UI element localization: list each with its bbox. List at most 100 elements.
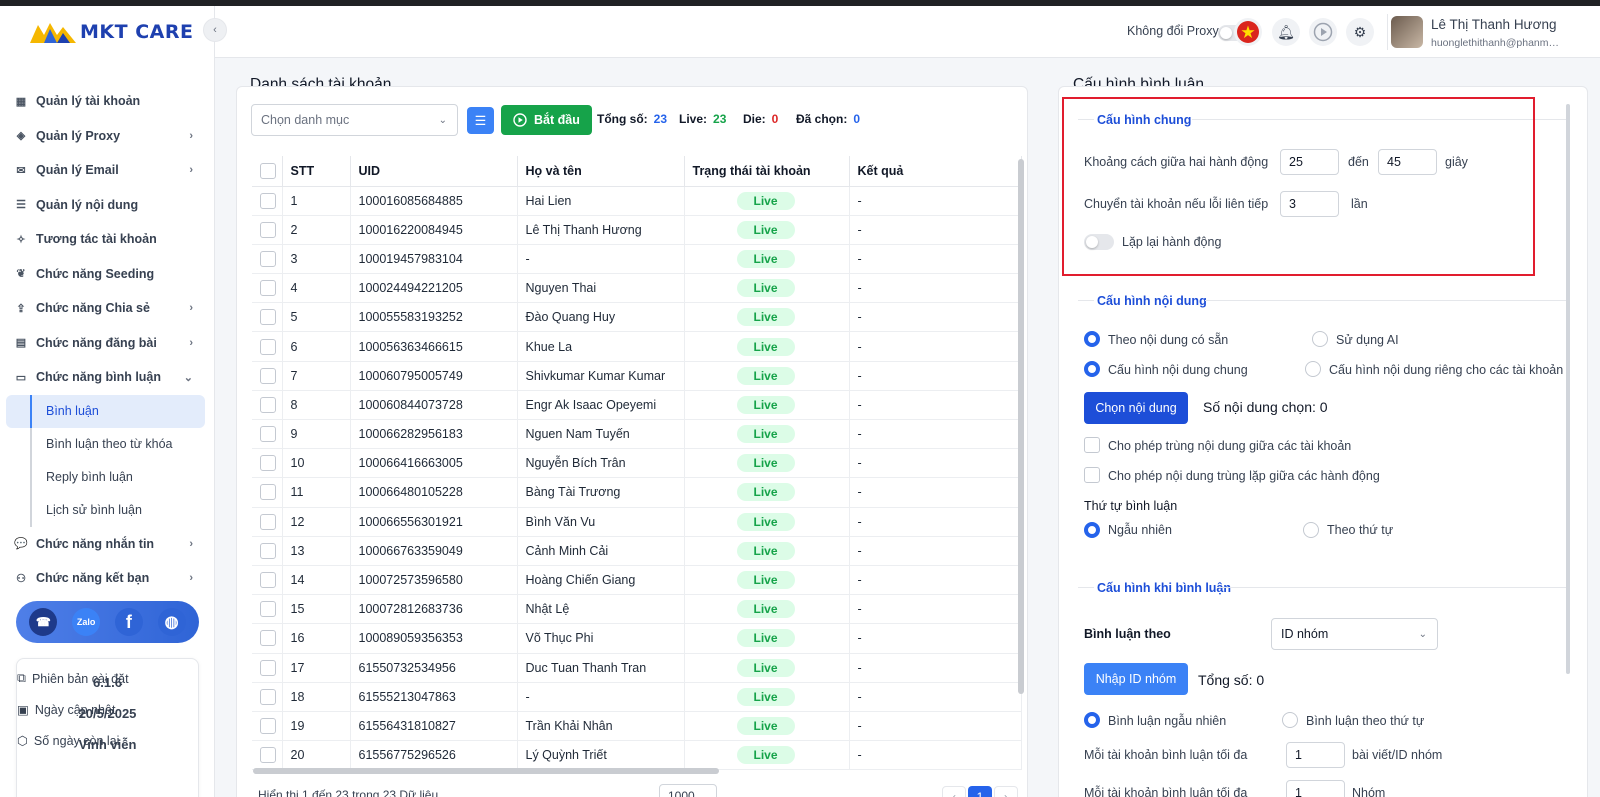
row-checkbox[interactable]	[260, 221, 276, 238]
col-result[interactable]: Kết quả	[849, 156, 1022, 187]
table-horizontal-scrollbar[interactable]	[253, 768, 719, 774]
sidebar-item-post[interactable]: ▤ Chức năng đăng bài ›	[0, 326, 214, 361]
table-row[interactable]: 19 61556431810827 Trần Khải Nhân Live -	[252, 711, 1022, 742]
category-select[interactable]: Chọn danh mục ⌄	[251, 104, 458, 136]
row-checkbox[interactable]	[260, 601, 276, 618]
sidebar-subitem-comment[interactable]: Bình luận	[6, 394, 205, 428]
max-groups-input[interactable]: 1	[1286, 780, 1345, 797]
table-row[interactable]: 17 61550732534956 Duc Tuan Thanh Tran Live -	[252, 653, 1022, 683]
table-row[interactable]: 6 100056363466615 Khue La Live -	[252, 331, 1022, 362]
sidebar-item-friend[interactable]: ⚇ Chức năng kết bạn ›	[0, 561, 214, 596]
sidebar-subitem-history[interactable]: Lịch sử bình luận	[0, 493, 214, 527]
table-row[interactable]: 14 100072573596580 Hoàng Chiến Giang Live -	[252, 565, 1022, 596]
radio-private-content[interactable]	[1305, 361, 1321, 377]
import-group-id-button[interactable]: Nhập ID nhóm	[1084, 663, 1188, 695]
max-per-account-input[interactable]: 1	[1286, 742, 1345, 768]
radio-use-ai[interactable]	[1312, 331, 1328, 347]
row-checkbox[interactable]	[260, 717, 276, 734]
col-name[interactable]: Họ và tên	[517, 156, 685, 187]
vietnam-flag-icon[interactable]	[1234, 18, 1262, 46]
row-checkbox[interactable]	[260, 309, 276, 326]
row-checkbox[interactable]	[260, 688, 276, 705]
radio-order-seq[interactable]	[1303, 522, 1319, 538]
page-size-select[interactable]: 1000	[659, 784, 717, 797]
comment-by-select[interactable]: ID nhóm ⌄	[1271, 618, 1438, 650]
status-badge: Live	[736, 629, 795, 648]
radio-common-content[interactable]	[1084, 361, 1100, 377]
table-row[interactable]: 3 100019457983104- Live -	[252, 244, 1022, 275]
sidebar-item-seeding[interactable]: ❦ Chức năng Seeding	[0, 257, 214, 292]
table-row[interactable]: 5 100055583193252 Đào Quang Huy Live -	[252, 302, 1022, 333]
radio-order-random[interactable]	[1084, 522, 1100, 538]
col-status[interactable]: Trạng thái tài khoản	[684, 156, 850, 187]
row-select-cell	[252, 507, 283, 537]
table-row[interactable]: 9 100066282956183 Nguen Nam Tuyến Live -	[252, 419, 1022, 450]
row-checkbox[interactable]	[260, 484, 276, 501]
start-button[interactable]: Bắt đầu	[501, 105, 592, 135]
table-row[interactable]: 18 61555213047863- Live -	[252, 682, 1022, 712]
brand-logo[interactable]: MKT CARE	[30, 18, 193, 46]
prev-page-button[interactable]: ‹	[942, 786, 966, 797]
row-checkbox[interactable]	[260, 513, 276, 530]
row-checkbox[interactable]	[260, 338, 276, 355]
sidebar-item-comment[interactable]: ▭ Chức năng bình luận ⌄	[0, 360, 214, 395]
table-row[interactable]: 1 100016085684885 Hai Lien Live -	[252, 186, 1022, 216]
filter-button[interactable]: ☰	[467, 107, 494, 134]
config-scrollbar[interactable]	[1566, 104, 1570, 674]
avatar[interactable]	[1391, 16, 1423, 48]
zalo-icon[interactable]: Zalo	[72, 608, 101, 636]
facebook-icon[interactable]: f	[114, 608, 143, 636]
table-row[interactable]: 2 100016220084945 Lê Thị Thanh Hương Live -	[252, 215, 1022, 245]
col-uid[interactable]: UID	[350, 156, 518, 187]
table-row[interactable]: 7 100060795005749 Shivkumar Kumar Kumar Liv…	[252, 361, 1022, 391]
row-checkbox[interactable]	[260, 426, 276, 443]
table-row[interactable]: 15 100072812683736 Nhật Lệ Live -	[252, 594, 1022, 625]
radio-existing-content[interactable]	[1084, 331, 1100, 347]
table-row[interactable]: 12 100066556301921 Bình Văn Vu Live -	[252, 507, 1022, 537]
next-page-button[interactable]: ›	[994, 786, 1018, 797]
bell-icon[interactable]: 🔔︎	[1272, 18, 1300, 46]
table-row[interactable]: 16 100089059356353 Võ Thục Phi Live -	[252, 623, 1022, 654]
table-row[interactable]: 10 100066416663005 Nguyễn Bích Trân Live -	[252, 448, 1022, 479]
table-vertical-scrollbar[interactable]	[1018, 159, 1024, 694]
sidebar-item-email[interactable]: ✉ Quản lý Email ›	[0, 153, 214, 188]
col-stt[interactable]: STT	[282, 156, 351, 187]
select-all-checkbox[interactable]	[260, 162, 276, 179]
sidebar-item-message[interactable]: 💬 Chức năng nhắn tin ›	[0, 527, 214, 562]
support-icon[interactable]: ☎	[29, 608, 58, 636]
sidebar-item-share[interactable]: ⇪ Chức năng Chia sẻ ›	[0, 291, 214, 326]
choose-content-button[interactable]: Chọn nội dung	[1084, 392, 1188, 424]
row-checkbox[interactable]	[260, 455, 276, 472]
radio-comment-seq[interactable]	[1282, 712, 1298, 728]
table-row[interactable]: 11 100066480105228 Bàng Tài Trương Live -	[252, 477, 1022, 508]
sidebar-collapse-button[interactable]: ‹	[203, 18, 227, 42]
sidebar-item-interaction[interactable]: ✧ Tương tác tài khoản	[0, 222, 214, 257]
sidebar-subitem-comment-keyword[interactable]: Bình luận theo từ khóa	[0, 427, 214, 461]
row-checkbox[interactable]	[260, 542, 276, 559]
radio-comment-random[interactable]	[1084, 712, 1100, 728]
page-1-button[interactable]: 1	[968, 786, 992, 797]
row-checkbox[interactable]	[260, 659, 276, 676]
sidebar-item-proxy[interactable]: ◈ Quản lý Proxy ›	[0, 119, 214, 154]
row-checkbox[interactable]	[260, 396, 276, 413]
user-name[interactable]: Lê Thị Thanh Hương	[1431, 17, 1556, 32]
sidebar-item-accounts[interactable]: ▦ Quản lý tài khoản	[0, 84, 214, 119]
row-checkbox[interactable]	[260, 747, 276, 764]
table-row[interactable]: 8 100060844073728 Engr Ak Isaac Opeyemi Liv…	[252, 390, 1022, 421]
allow-dup-accounts-checkbox[interactable]	[1084, 437, 1100, 453]
table-row[interactable]: 13 100066763359049 Cảnh Minh Cải Live -	[252, 536, 1022, 566]
play-icon[interactable]	[1309, 18, 1337, 46]
row-checkbox[interactable]	[260, 250, 276, 267]
table-row[interactable]: 4 100024494221205 Nguyen Thai Live -	[252, 273, 1022, 304]
sidebar-item-content[interactable]: ☰ Quản lý nội dung	[0, 188, 214, 223]
table-row[interactable]: 20 61556775296526 Lý Quỳnh Triết Live -	[252, 740, 1022, 771]
row-checkbox[interactable]	[260, 630, 276, 647]
sidebar-subitem-reply[interactable]: Reply bình luận	[0, 460, 214, 494]
globe-icon[interactable]: ◍	[157, 608, 186, 636]
allow-dup-actions-checkbox[interactable]	[1084, 467, 1100, 483]
row-checkbox[interactable]	[260, 572, 276, 589]
row-checkbox[interactable]	[260, 367, 276, 384]
row-checkbox[interactable]	[260, 280, 276, 297]
row-checkbox[interactable]	[260, 192, 276, 209]
gear-icon[interactable]: ⚙	[1346, 18, 1374, 46]
